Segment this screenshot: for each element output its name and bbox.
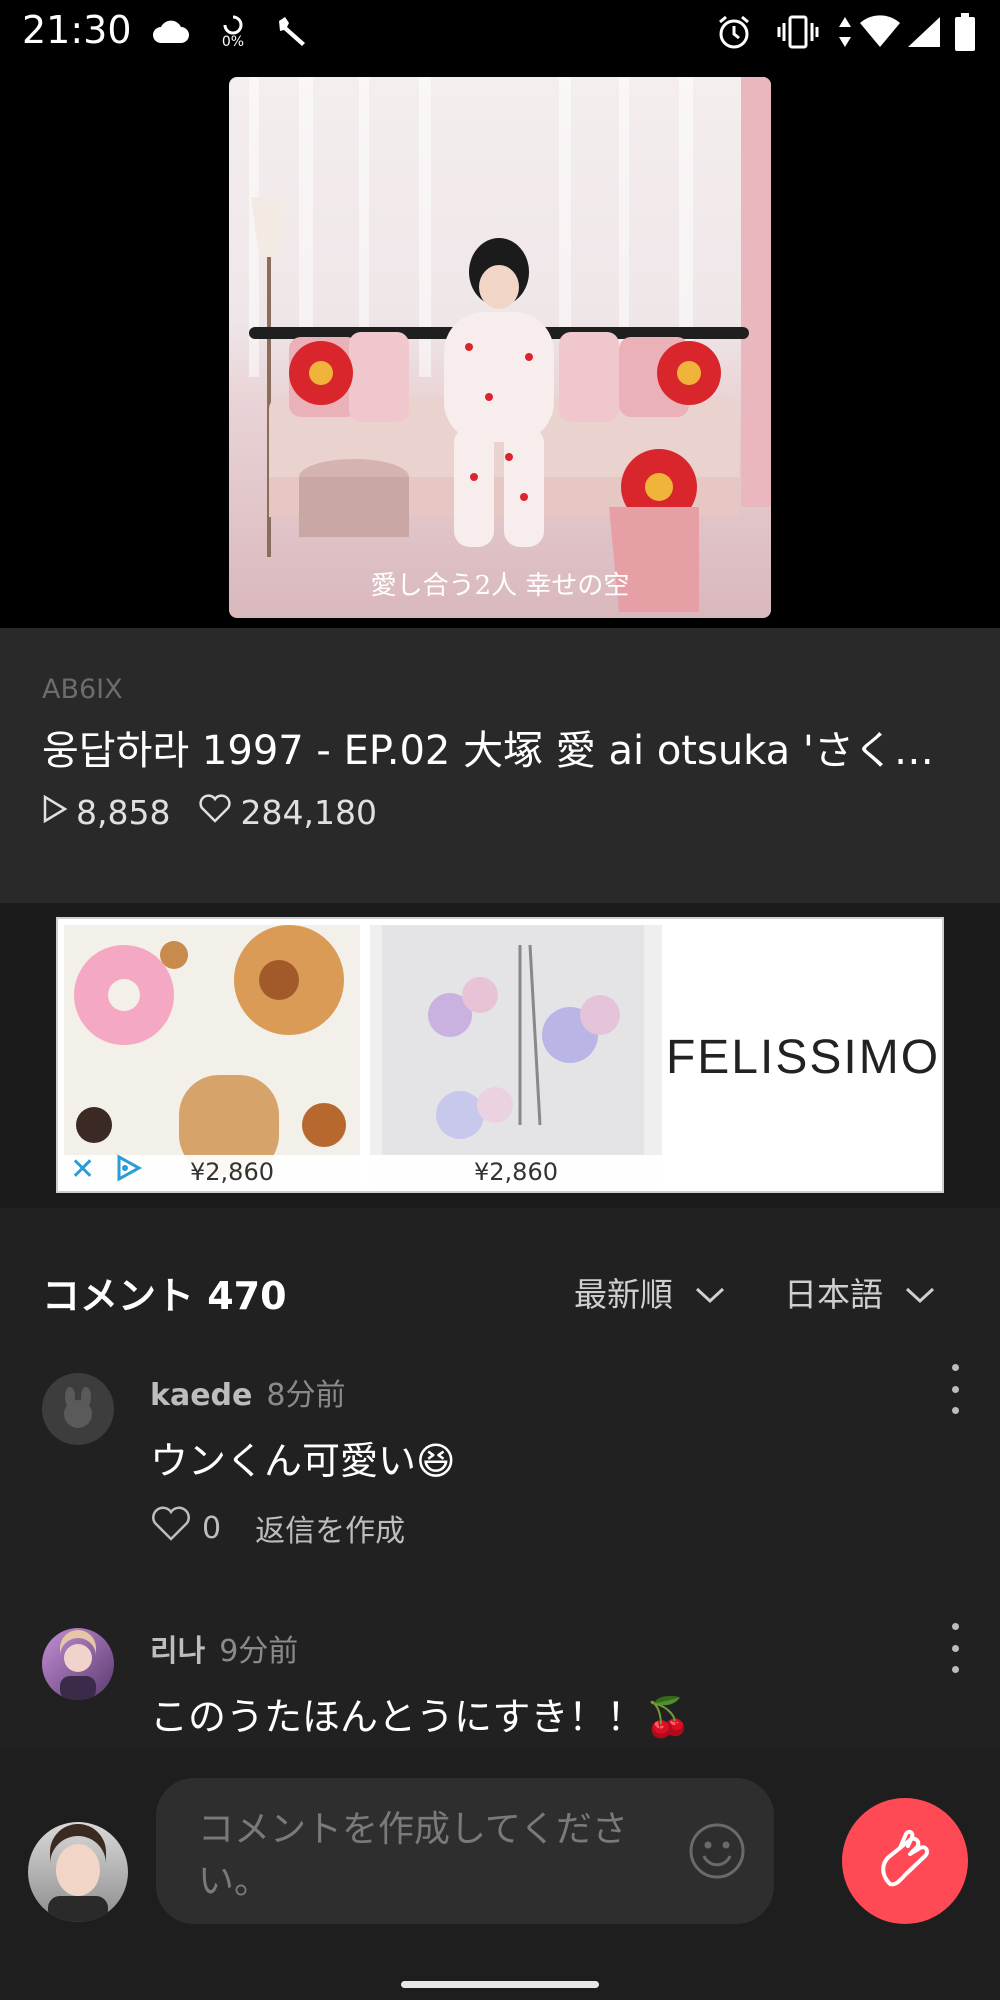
ad-banner[interactable]: ¥2,860 ✕ ¥2,860 FELISSIMO [56, 917, 944, 1193]
signal-icon [904, 12, 944, 52]
comment-time: 9分前 [219, 1634, 299, 1669]
more-options-icon[interactable] [940, 1364, 970, 1414]
alarm-icon [714, 12, 754, 52]
ad-choices-icon[interactable] [114, 1153, 144, 1187]
emoji-icon[interactable] [688, 1822, 746, 1884]
comment-text: このうたほんとうにすき！！🍒 [150, 1695, 692, 1739]
play-count: 8,858 [76, 792, 171, 832]
data-saver-label: 0% [221, 34, 245, 50]
heart-outline-icon [150, 1506, 192, 1550]
home-indicator[interactable] [401, 1981, 599, 1988]
finger-heart-icon [881, 1829, 930, 1887]
like-count: 284,180 [240, 792, 377, 832]
data-arrows-icon [834, 12, 856, 52]
comment-input-placeholder: コメントを作成してください。 [198, 1809, 628, 1902]
my-avatar[interactable] [28, 1822, 128, 1922]
comments-header: コメント 470 [42, 1274, 287, 1318]
avatar[interactable] [42, 1373, 114, 1445]
chevron-down-icon [695, 1273, 725, 1312]
avatar[interactable] [42, 1628, 114, 1700]
ad-item-hairpins[interactable]: ¥2,860 [370, 925, 662, 1189]
ad-price: ¥2,860 [64, 1155, 360, 1189]
default-avatar-icon [64, 1387, 92, 1428]
comment-username[interactable]: 리나 [150, 1634, 205, 1669]
video-title[interactable]: 웅답하라 1997 - EP.02 大塚 愛 ai otsuka 'さくら... [42, 718, 942, 776]
chevron-down-icon [905, 1273, 935, 1312]
comment-time: 8分前 [266, 1378, 346, 1413]
comment-text: ウンくん可愛い😆 [150, 1439, 456, 1483]
ad-close-icon[interactable]: ✕ [70, 1152, 95, 1187]
comment-actions: 0 返信を作成 [150, 1506, 405, 1550]
status-bar: 21:30 0% [0, 0, 1000, 64]
video-stats: 8,858 284,180 [42, 790, 405, 834]
play-count-icon [42, 793, 68, 832]
video-caption: 愛し合う2人 幸せの空 [370, 571, 630, 601]
status-time: 21:30 [22, 8, 132, 52]
vibrate-icon [776, 12, 820, 52]
wrench-icon [272, 12, 312, 52]
like-count-icon [198, 793, 232, 832]
more-options-icon[interactable] [940, 1623, 970, 1673]
ad-brand-logo: FELISSIMO [668, 1030, 938, 1084]
like-button[interactable]: 0 [150, 1506, 221, 1550]
language-dropdown[interactable]: 日本語 [784, 1268, 935, 1316]
comment-like-count: 0 [202, 1510, 222, 1546]
finger-heart-button[interactable] [842, 1798, 968, 1924]
ad-item-sweets[interactable]: ¥2,860 ✕ [64, 925, 360, 1189]
data-saver-icon: 0% [218, 12, 248, 52]
wifi-icon [858, 12, 902, 52]
comment-meta: kaede 8分前 [150, 1370, 345, 1414]
battery-icon [952, 12, 978, 52]
cloud-icon [150, 12, 192, 52]
reply-button[interactable]: 返信を作成 [255, 1506, 405, 1550]
comment-username[interactable]: kaede [150, 1378, 252, 1413]
sort-dropdown[interactable]: 最新順 [574, 1268, 725, 1316]
language-label: 日本語 [784, 1275, 883, 1314]
ad-price: ¥2,860 [370, 1155, 662, 1189]
video-thumbnail[interactable]: 愛し合う2人 幸せの空 [229, 77, 771, 618]
comment-meta: 리나 9分前 [150, 1626, 298, 1670]
channel-name[interactable]: AB6IX [42, 674, 123, 705]
comment-input[interactable]: コメントを作成してください。 [156, 1778, 774, 1924]
sort-label: 最新順 [574, 1275, 673, 1314]
ad-brand-tile[interactable]: FELISSIMO [668, 925, 938, 1189]
